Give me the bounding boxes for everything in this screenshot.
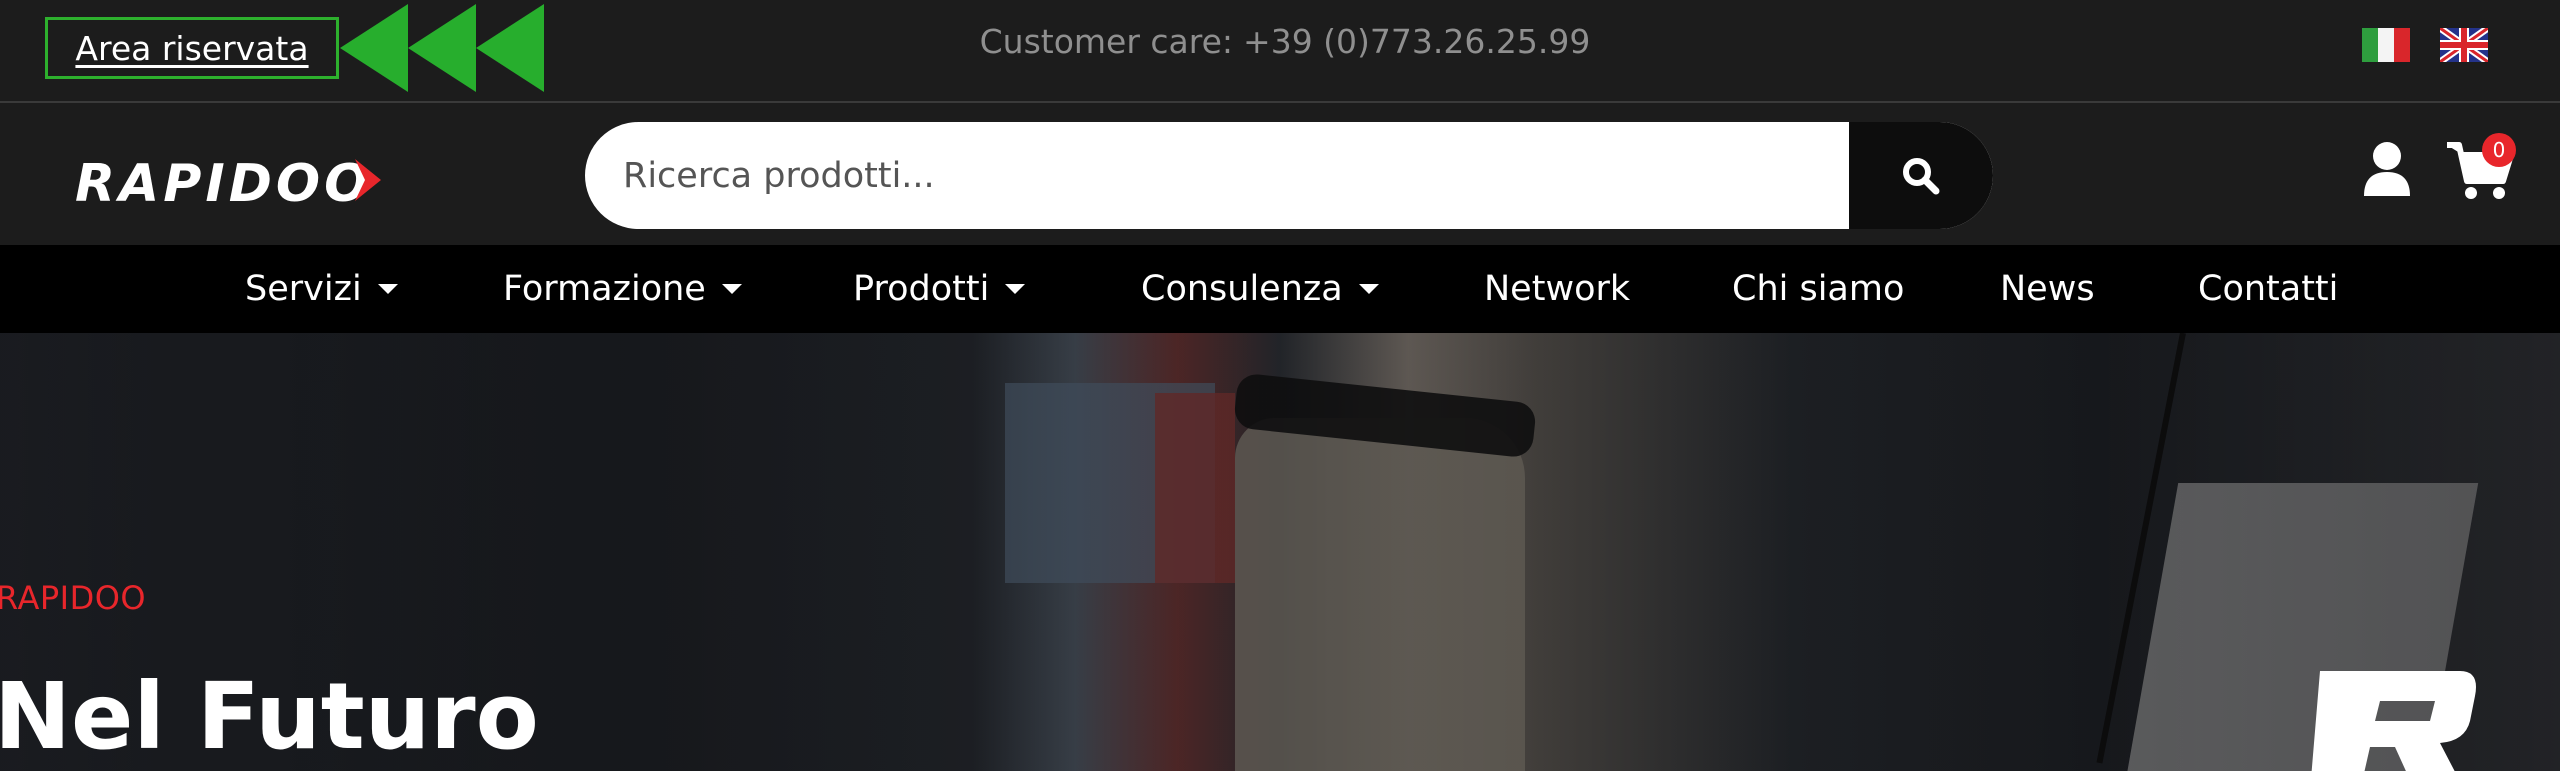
nav-item-formazione[interactable]: Formazione xyxy=(503,245,742,333)
caret-down-icon xyxy=(1005,284,1026,294)
customer-care-label: Customer care: xyxy=(979,22,1234,61)
rapidoo-logo[interactable]: RAPIDOO xyxy=(75,145,385,215)
nav-label: News xyxy=(2000,269,2095,309)
nav-item-chi-siamo[interactable]: Chi siamo xyxy=(1732,245,1904,333)
nav-label: Chi siamo xyxy=(1732,269,1905,309)
site-header: RAPIDOO 0 xyxy=(0,105,2560,245)
user-icon[interactable] xyxy=(2362,140,2412,196)
nav-item-news[interactable]: News xyxy=(2000,245,2095,333)
hero-title: Nel Futuro xyxy=(0,663,539,770)
hero-eyebrow: RAPIDOO xyxy=(0,579,147,617)
uk-flag-icon[interactable] xyxy=(2440,28,2488,62)
caret-down-icon xyxy=(1358,284,1379,294)
nav-label: Consulenza xyxy=(1141,269,1343,309)
nav-label: Prodotti xyxy=(853,269,990,309)
nav-item-servizi[interactable]: Servizi xyxy=(245,245,398,333)
it-flag-icon[interactable] xyxy=(2362,28,2410,62)
search-icon xyxy=(1903,157,1940,194)
customer-care-phone[interactable]: +39 (0)773.26.25.99 xyxy=(1243,22,1590,61)
rapidoo-r-logo-icon xyxy=(2311,671,2476,771)
nav-label: Network xyxy=(1484,269,1631,309)
nav-label: Contatti xyxy=(2198,269,2339,309)
search-bar xyxy=(585,122,1993,229)
nav-label: Servizi xyxy=(245,269,362,309)
top-bar: Area riservata Customer care: +39 (0)773.… xyxy=(0,0,2560,103)
logo-text: RAPIDOO xyxy=(75,154,372,214)
nav-item-consulenza[interactable]: Consulenza xyxy=(1141,245,1379,333)
caret-down-icon xyxy=(721,284,742,294)
nav-item-contatti[interactable]: Contatti xyxy=(2198,245,2338,333)
nav-item-network[interactable]: Network xyxy=(1484,245,1630,333)
cart-count-badge: 0 xyxy=(2482,133,2516,167)
customer-care: Customer care: +39 (0)773.26.25.99 xyxy=(0,22,2560,61)
search-button[interactable] xyxy=(1849,122,1993,229)
hero-banner: RAPIDOO Nel Futuro xyxy=(0,333,2560,771)
caret-down-icon xyxy=(377,284,398,294)
main-nav: Servizi Formazione Prodotti Consulenza N… xyxy=(0,245,2560,333)
search-input[interactable] xyxy=(585,122,1849,229)
nav-label: Formazione xyxy=(503,269,706,309)
nav-item-prodotti[interactable]: Prodotti xyxy=(853,245,1026,333)
